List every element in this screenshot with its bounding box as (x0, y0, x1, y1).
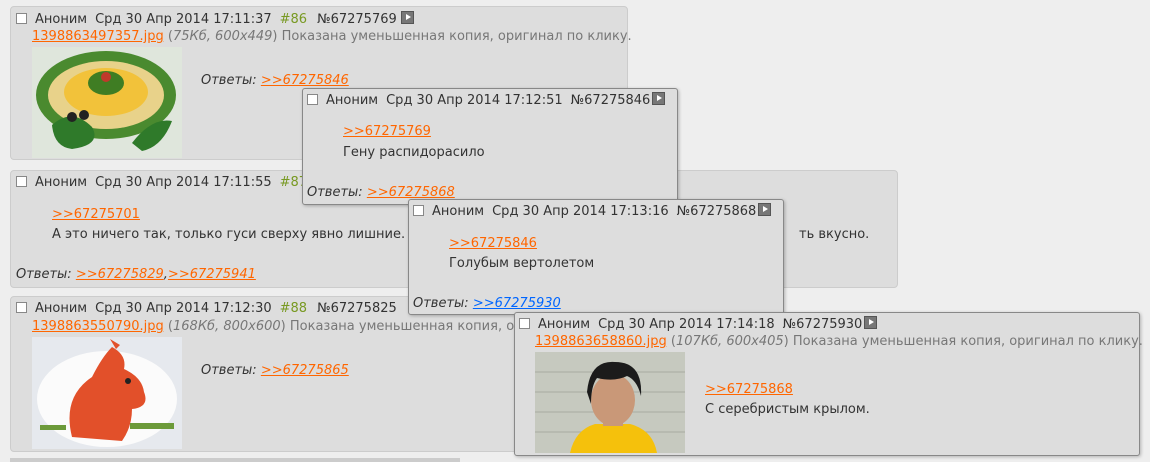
select-checkbox[interactable] (413, 205, 424, 216)
file-size: 75Кб, 600x449 (173, 29, 273, 44)
popup-post-67275930: Аноним Срд 30 Апр 2014 17:14:18 №67275930 … (514, 312, 1143, 456)
quote-link-container: >>67275868 (705, 382, 793, 397)
file-size: 168Кб, 800x600 (173, 319, 281, 334)
replies-list: Ответы: >>67275868 (307, 185, 455, 200)
post-date: Срд 30 Апр 2014 17:11:37 (95, 12, 272, 27)
file-note: Показана уменьшенная копия, оригинал по … (281, 29, 632, 44)
replies-list: Ответы: >>67275930 (413, 296, 561, 311)
reply-link[interactable]: >>67275865 (261, 363, 349, 378)
reply-link[interactable]: >>67275868 (367, 185, 455, 200)
post-index: #86 (279, 12, 308, 27)
poster-name: Аноним (35, 301, 88, 316)
post-text: А это ничего так, только гуси сверху явн… (52, 227, 406, 242)
thumbnail-image[interactable] (32, 47, 182, 158)
post-text: С серебристым крылом. (705, 402, 870, 417)
post-number[interactable]: №67275868 (677, 204, 757, 219)
file-info: 1398863658860.jpg (107Кб, 600x405) Показ… (535, 334, 1143, 349)
select-checkbox[interactable] (16, 176, 27, 187)
thumbnail-image[interactable] (535, 352, 685, 453)
post-number[interactable]: №67275825 (317, 301, 397, 316)
post-text-tail: ть вкусно. (799, 227, 870, 242)
post-header: Аноним Срд 30 Апр 2014 17:11:55 #87 (16, 175, 317, 190)
quote-link[interactable]: >>67275868 (705, 382, 793, 397)
select-checkbox[interactable] (16, 302, 27, 313)
reply-link[interactable]: >>67275846 (261, 73, 349, 88)
post-date: Срд 30 Апр 2014 17:13:16 (492, 204, 669, 219)
replies-label: Ответы: (16, 267, 72, 282)
file-info: 1398863550790.jpg (168Кб, 800x600) Показ… (32, 319, 523, 334)
post-text: Гену распидорасило (343, 145, 485, 160)
replies-label: Ответы: (307, 185, 363, 200)
post-date: Срд 30 Апр 2014 17:12:51 (386, 93, 563, 108)
reply-link[interactable]: >>67275930 (473, 296, 561, 311)
post-number[interactable]: №67275846 (571, 93, 651, 108)
poster-name: Аноним (35, 175, 88, 190)
quote-link[interactable]: >>67275846 (449, 236, 537, 251)
select-checkbox[interactable] (307, 94, 318, 105)
file-info: 1398863497357.jpg (75Кб, 600x449) Показа… (32, 29, 632, 44)
poster-name: Аноним (538, 317, 591, 332)
quote-link-container: >>67275701 (52, 207, 140, 222)
post-header: Аноним Срд 30 Апр 2014 17:14:18 №67275930 (519, 316, 878, 332)
popup-post-67275868: Аноним Срд 30 Апр 2014 17:13:16 №67275868 … (408, 199, 784, 315)
file-note: Показана уменьшенная копия, оригинал по … (792, 334, 1143, 349)
post-date: Срд 30 Апр 2014 17:11:55 (95, 175, 272, 190)
post-number[interactable]: №67275769 (317, 12, 397, 27)
file-note: Показана уменьшенная копия, ор (289, 319, 523, 334)
replies-label: Ответы: (413, 296, 469, 311)
reply-link[interactable]: >>67275829 (76, 267, 164, 282)
reply-link[interactable]: >>67275941 (168, 267, 256, 282)
file-link[interactable]: 1398863497357.jpg (32, 29, 164, 44)
quote-link[interactable]: >>67275701 (52, 207, 140, 222)
play-arrow-icon[interactable] (652, 92, 666, 105)
file-size: 107Кб, 600x405 (676, 334, 784, 349)
post-index: #88 (279, 301, 308, 316)
post-date: Срд 30 Апр 2014 17:12:30 (95, 301, 272, 316)
quote-link-container: >>67275769 (343, 124, 431, 139)
replies-list: Ответы: >>67275829,>>67275941 (16, 267, 256, 282)
post-number[interactable]: №67275930 (783, 317, 863, 332)
post-text: Голубым вертолетом (449, 256, 595, 271)
post-header: Аноним Срд 30 Апр 2014 17:12:51 №67275846 (307, 92, 666, 108)
post-header: Аноним Срд 30 Апр 2014 17:11:37 #86 №672757… (16, 11, 414, 27)
quote-link[interactable]: >>67275769 (343, 124, 431, 139)
file-link[interactable]: 1398863550790.jpg (32, 319, 164, 334)
poster-name: Аноним (326, 93, 379, 108)
replies-label: Ответы: (201, 73, 257, 88)
next-post-edge (10, 458, 460, 462)
replies-list: Ответы: >>67275846 (201, 73, 349, 88)
replies-label: Ответы: (201, 363, 257, 378)
quote-link-container: >>67275846 (449, 236, 537, 251)
play-arrow-icon[interactable] (864, 316, 878, 329)
select-checkbox[interactable] (519, 318, 530, 329)
play-arrow-icon[interactable] (758, 203, 772, 216)
post-date: Срд 30 Апр 2014 17:14:18 (598, 317, 775, 332)
post-header: Аноним Срд 30 Апр 2014 17:12:30 #88 №672758… (16, 301, 397, 316)
poster-name: Аноним (432, 204, 485, 219)
poster-name: Аноним (35, 12, 88, 27)
file-link[interactable]: 1398863658860.jpg (535, 334, 667, 349)
replies-list: Ответы: >>67275865 (201, 363, 349, 378)
post-header: Аноним Срд 30 Апр 2014 17:13:16 №67275868 (413, 203, 772, 219)
popup-post-67275846: Аноним Срд 30 Апр 2014 17:12:51 №67275846 … (302, 88, 678, 205)
select-checkbox[interactable] (16, 13, 27, 24)
play-arrow-icon[interactable] (400, 11, 414, 24)
thumbnail-image[interactable] (32, 337, 182, 449)
